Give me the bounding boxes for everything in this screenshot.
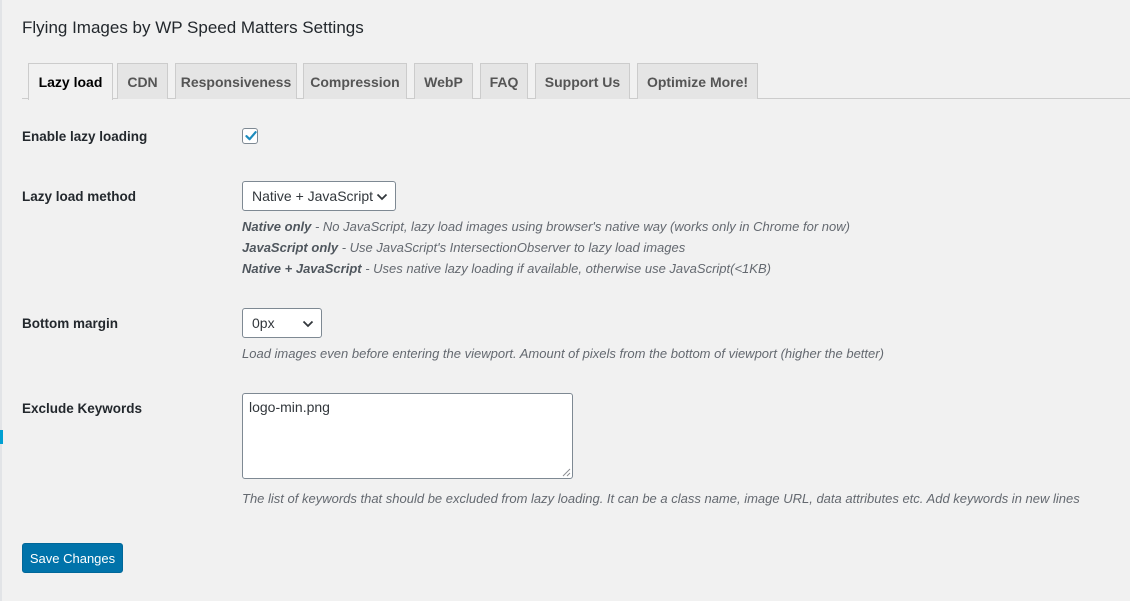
- bottom-margin-value: 0px: [252, 315, 275, 331]
- tab-responsiveness[interactable]: Responsiveness: [175, 63, 297, 99]
- tab-bar: Lazy load CDN Responsiveness Compression…: [22, 63, 1130, 100]
- exclude-keywords-description: The list of keywords that should be excl…: [242, 491, 1080, 506]
- chevron-down-icon: [302, 320, 314, 328]
- exclude-keywords-label: Exclude Keywords: [22, 401, 143, 416]
- left-edge: [0, 0, 2, 601]
- page-title: Flying Images by WP Speed Matters Settin…: [22, 18, 364, 37]
- exclude-keywords-value: logo-min.png: [249, 399, 330, 415]
- tab-webp[interactable]: WebP: [414, 63, 473, 99]
- bottom-margin-label: Bottom margin: [22, 316, 118, 331]
- tab-optimize-more[interactable]: Optimize More!: [637, 63, 758, 99]
- lazy-load-method-label: Lazy load method: [22, 189, 137, 204]
- checkmark-icon: [245, 131, 257, 141]
- lazy-load-method-select[interactable]: Native + JavaScript: [242, 181, 396, 211]
- enable-lazy-loading-checkbox[interactable]: [242, 128, 258, 144]
- method-desc-native-javascript: Native + JavaScript - Uses native lazy l…: [242, 261, 771, 276]
- exclude-keywords-textarea[interactable]: logo-min.png: [242, 393, 573, 479]
- tab-compression[interactable]: Compression: [303, 63, 407, 99]
- resize-grip-icon[interactable]: [562, 468, 571, 477]
- method-desc-javascript: JavaScript only - Use JavaScript's Inter…: [242, 240, 686, 255]
- left-edge-marker: [0, 430, 3, 444]
- bottom-margin-description: Load images even before entering the vie…: [242, 346, 884, 361]
- tab-cdn[interactable]: CDN: [117, 63, 168, 99]
- enable-lazy-loading-label: Enable lazy loading: [22, 129, 148, 144]
- tab-support-us[interactable]: Support Us: [535, 63, 630, 99]
- chevron-down-icon: [376, 193, 388, 201]
- bottom-margin-select[interactable]: 0px: [242, 308, 322, 338]
- tab-lazy-load[interactable]: Lazy load: [28, 63, 113, 100]
- lazy-load-method-value: Native + JavaScript: [252, 188, 373, 204]
- tab-faq[interactable]: FAQ: [480, 63, 528, 99]
- save-changes-button[interactable]: Save Changes: [22, 543, 123, 573]
- lazy-load-method-description: Native only - No JavaScript, lazy load i…: [242, 216, 850, 279]
- method-desc-native: Native only - No JavaScript, lazy load i…: [242, 219, 850, 234]
